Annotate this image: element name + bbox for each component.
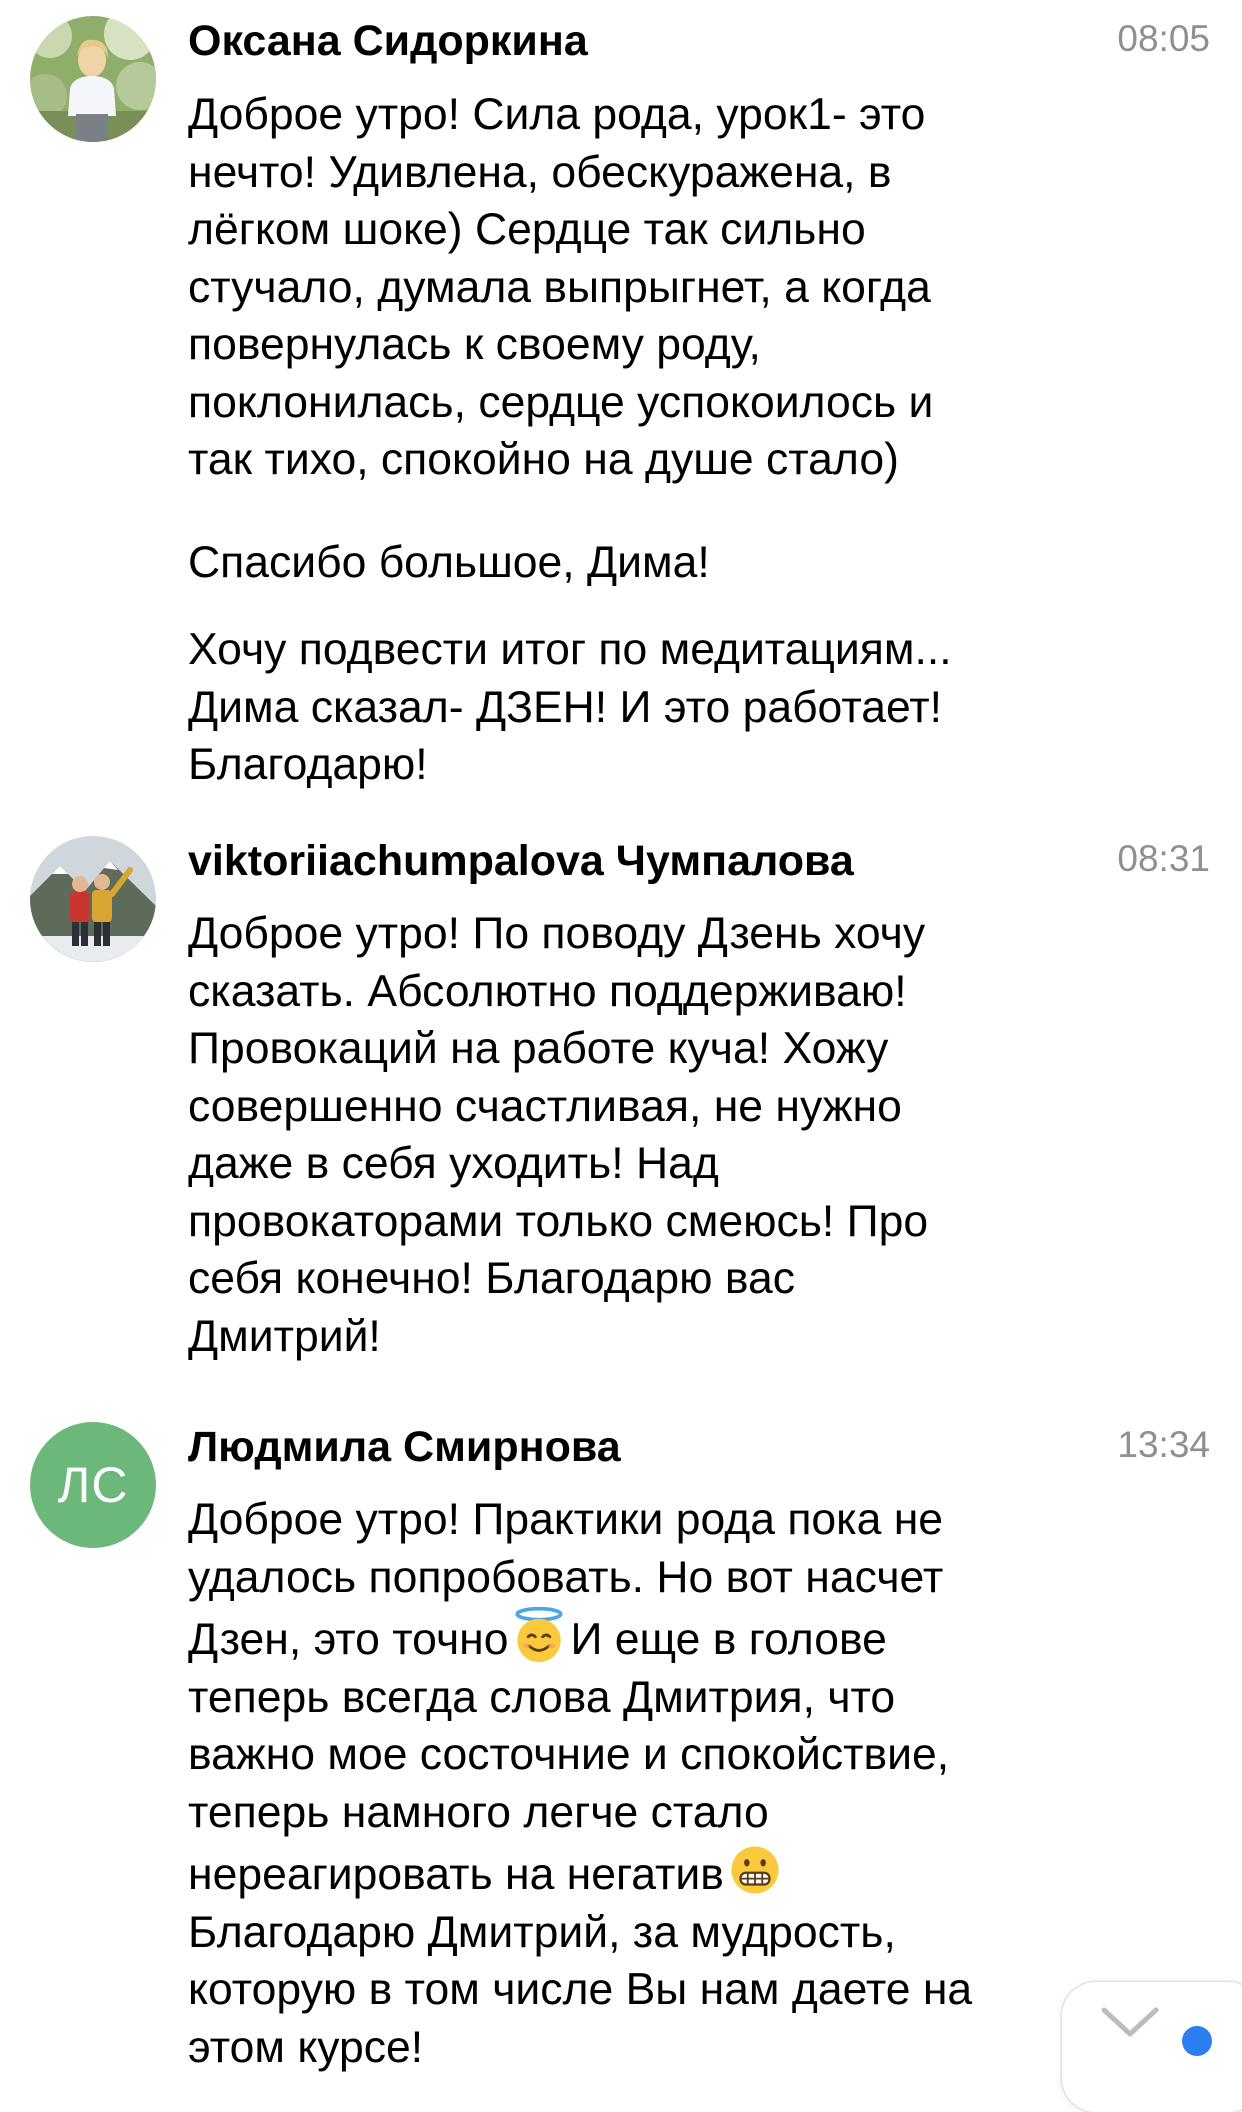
text-line: даже в себя уходить! Над [188, 1139, 719, 1188]
text-line: себя конечно! Благодарю вас [188, 1254, 796, 1303]
text-line: важно мое состочние и спокойствие, [188, 1730, 950, 1779]
author-name[interactable]: Оксана Сидоркина [188, 16, 588, 66]
text-fragment: Дзен, это точно [188, 1615, 509, 1664]
text-line: совершенно счастливая, не нужно [188, 1081, 902, 1131]
author-name[interactable]: viktoriiachumpalova Чумпалова [188, 836, 854, 886]
paragraph: Хочу подвести итог по медитациям... Дима… [188, 621, 1068, 794]
message-text: Доброе утро! Сила рода, урок1- это нечто… [188, 86, 1068, 794]
text-line: Дмитрий! [188, 1311, 381, 1361]
text-line: Спасибо большое, Дима! [188, 537, 710, 587]
smiling-face-with-halo-icon [515, 1606, 564, 1663]
text-line: нереагировать на негатив [188, 1841, 1068, 1904]
message-text: Доброе утро! Практики рода пока не удало… [188, 1491, 1068, 2076]
text-line: теперь намного легче стало [188, 1787, 769, 1837]
timestamp: 08:05 [1117, 18, 1210, 59]
timestamp: 08:31 [1117, 838, 1210, 879]
text-line: Дзен, это точно И еще в голове [188, 1606, 1068, 1669]
text-line: Доброе утро! Практики рода пока не [188, 1495, 944, 1544]
text-line: удалось попробовать. Но вот насчет [188, 1552, 944, 1602]
avatar[interactable] [30, 836, 156, 962]
woman-portrait-icon [30, 16, 156, 142]
unread-indicator-dot [1182, 2026, 1212, 2056]
text-line: так тихо, спокойно на душе стало) [188, 435, 899, 484]
text-line: Дима сказал- ДЗЕН! И это работает! [188, 682, 942, 732]
text-line: которую в том числе Вы нам даете на [188, 1965, 973, 2014]
text-line: Благодарю Дмитрий, за мудрость, [188, 1907, 896, 1957]
text-line: Хочу подвести итог по медитациям... [188, 625, 952, 674]
text-line: поклонилась, сердце успокоилось и [188, 377, 934, 427]
avatar[interactable] [30, 16, 156, 142]
text-line: теперь всегда слова Дмитрия, что [188, 1672, 896, 1722]
text-fragment: И еще в голове [570, 1615, 887, 1664]
text-line: провокаторами только смеюсь! Про [188, 1196, 929, 1246]
text-line: Доброе утро! По поводу Дзень хочу [188, 909, 926, 958]
couple-mountains-portrait-icon [30, 836, 156, 962]
text-line: Провокаций на работе куча! Хожу [188, 1024, 889, 1073]
timestamp: 13:34 [1117, 1424, 1210, 1465]
paragraph: Доброе утро! Сила рода, урок1- это нечто… [188, 86, 1068, 489]
message-text: Доброе утро! По поводу Дзень хочу сказат… [188, 905, 1068, 1365]
grimacing-face-icon [731, 1846, 779, 1894]
paragraph: Доброе утро! По поводу Дзень хочу сказат… [188, 905, 1068, 1365]
text-line: этом курсе! [188, 2022, 424, 2072]
text-line: повернулась к своему роду, [188, 320, 761, 369]
paragraph: Спасибо большое, Дима! [188, 534, 1068, 592]
text-line: лёгком шоке) Сердце так сильно [188, 205, 866, 254]
text-line: Благодарю! [188, 740, 428, 789]
author-name[interactable]: Людмила Смирнова [188, 1422, 621, 1472]
text-fragment: нереагировать на негатив [188, 1850, 724, 1899]
text-line: нечто! Удивлена, обескуражена, в [188, 147, 892, 197]
text-line: стучало, думала выпрыгнет, а когда [188, 262, 931, 312]
text-line: сказать. Абсолютно поддерживаю! [188, 966, 907, 1016]
scroll-to-bottom-button[interactable] [1062, 1982, 1242, 2112]
chevron-down-icon [1101, 2007, 1159, 2037]
avatar[interactable]: ЛС [30, 1422, 156, 1548]
paragraph: Доброе утро! Практики рода пока не удало… [188, 1491, 1068, 2076]
text-line: Доброе утро! Сила рода, урок1- это [188, 90, 926, 139]
